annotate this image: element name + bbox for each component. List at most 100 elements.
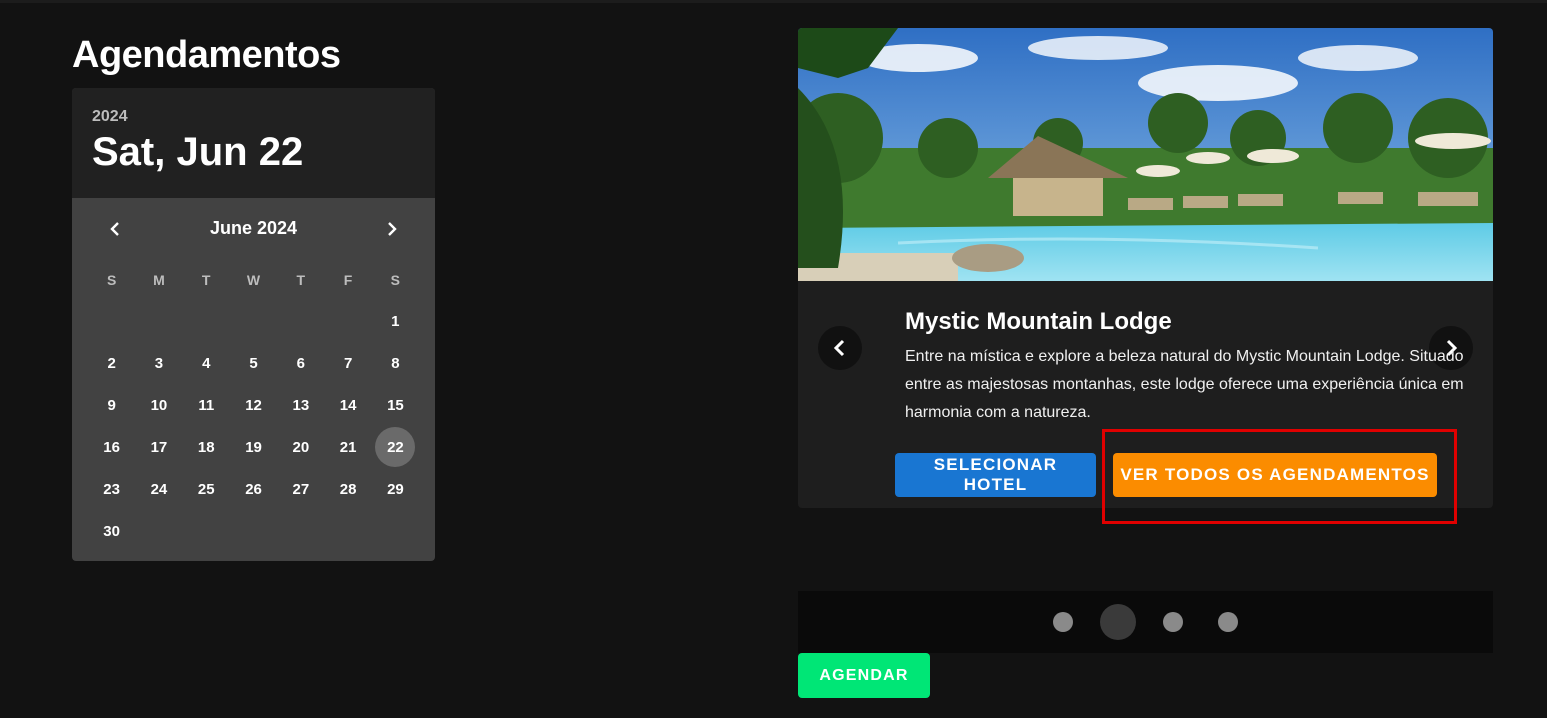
calendar-day-number: 2 [107, 354, 116, 372]
calendar-day[interactable]: 16 [88, 426, 135, 468]
calendar-day[interactable]: 23 [88, 468, 135, 510]
calendar-day-empty [277, 510, 324, 552]
calendar-grid: SMTWTFS 1 2 3 4 5 6 7 8 9 10 11 12 13 14 15 16 17 18 19 20 2… [88, 260, 419, 552]
calendar-week: 16 17 18 19 20 21 22 [88, 426, 419, 468]
calendar-day[interactable]: 27 [277, 468, 324, 510]
calendar-day-number: 13 [292, 396, 310, 414]
schedule-button[interactable]: AGENDAR [798, 653, 930, 698]
calendar-day[interactable]: 2 [88, 342, 135, 384]
calendar-day-number: 26 [245, 480, 262, 498]
chevron-left-icon [833, 339, 845, 357]
calendar-day-number: 9 [107, 396, 116, 414]
calendar-day-number: 27 [292, 480, 310, 498]
weekday-label: W [246, 272, 261, 288]
calendar-weeks: 1 2 3 4 5 6 7 8 9 10 11 12 13 14 15 16 17 18 19 20 21 22 23 24 2… [88, 300, 419, 552]
calendar-day[interactable]: 19 [230, 426, 277, 468]
calendar-day-number: 6 [296, 354, 305, 372]
calendar-day-empty [183, 510, 230, 552]
calendar-day-number: 23 [103, 480, 120, 498]
calendar-day-empty [183, 300, 230, 342]
calendar-day[interactable]: 18 [183, 426, 230, 468]
calendar-day[interactable]: 15 [372, 384, 419, 426]
date-picker: 2024 Sat, Jun 22 June 2024 SMTWTFS 12345… [72, 88, 435, 561]
month-navigation: June 2024 [72, 198, 435, 258]
calendar-day[interactable]: 7 [324, 342, 371, 384]
calendar-day-empty [324, 510, 371, 552]
weekday-label: S [390, 272, 400, 288]
calendar-week: 2 3 4 5 6 7 8 [88, 342, 419, 384]
calendar-week: 1 [88, 300, 419, 342]
calendar-day[interactable]: 17 [135, 426, 182, 468]
weekday-label: S [106, 272, 117, 288]
calendar-day-number: 30 [103, 522, 120, 540]
calendar-day-number: 15 [387, 396, 404, 414]
weekday-label: T [296, 272, 306, 288]
calendar-day[interactable]: 10 [135, 384, 182, 426]
calendar-day-number: 29 [387, 480, 404, 498]
calendar-day-selected[interactable]: 22 [372, 426, 419, 468]
calendar-day-number: 3 [154, 354, 164, 372]
calendar-day[interactable]: 1 [372, 300, 419, 342]
picker-header: 2024 Sat, Jun 22 [72, 88, 435, 198]
select-hotel-button[interactable]: SELECIONAR HOTEL [895, 453, 1096, 497]
calendar-day-number: 1 [391, 312, 400, 330]
calendar-day[interactable]: 14 [324, 384, 371, 426]
calendar-day[interactable]: 26 [230, 468, 277, 510]
calendar-day[interactable]: 5 [230, 342, 277, 384]
calendar-day[interactable]: 24 [135, 468, 182, 510]
calendar-day[interactable]: 21 [324, 426, 371, 468]
calendar-day[interactable]: 8 [372, 342, 419, 384]
next-month-button[interactable] [377, 214, 407, 244]
calendar-day[interactable]: 25 [183, 468, 230, 510]
calendar-day-number: 24 [150, 480, 168, 498]
highlight-box [1102, 429, 1457, 524]
carousel-dot[interactable] [1218, 612, 1238, 632]
calendar-day-number: 7 [343, 354, 353, 372]
calendar-day[interactable]: 12 [230, 384, 277, 426]
calendar-day-number: 10 [150, 396, 168, 414]
calendar-week: 30 [88, 510, 419, 552]
calendar-day[interactable]: 3 [135, 342, 182, 384]
calendar-day-number: 17 [150, 438, 168, 456]
calendar-day[interactable]: 28 [324, 468, 371, 510]
weekday-label: M [153, 272, 165, 288]
page-title: Agendamentos [72, 34, 341, 76]
calendar-day[interactable]: 11 [183, 384, 230, 426]
carousel-dot[interactable] [1100, 604, 1136, 640]
calendar-day[interactable]: 4 [183, 342, 230, 384]
calendar-day-number: 8 [391, 354, 400, 372]
hotel-name: Mystic Mountain Lodge [905, 308, 1172, 335]
carousel-dot[interactable] [1163, 612, 1183, 632]
calendar-day[interactable]: 30 [88, 510, 135, 552]
calendar-day-empty [135, 510, 182, 552]
carousel-prev-button[interactable] [818, 326, 862, 370]
calendar-day-empty [277, 300, 324, 342]
calendar-day-number: 22 [387, 438, 404, 456]
calendar-day-empty [372, 510, 419, 552]
top-border [0, 0, 1547, 3]
calendar-day[interactable]: 13 [277, 384, 324, 426]
calendar-day[interactable]: 29 [372, 468, 419, 510]
calendar-day[interactable]: 9 [88, 384, 135, 426]
weekday-label: F [343, 272, 353, 288]
picker-year[interactable]: 2024 [92, 88, 435, 126]
calendar-day[interactable]: 20 [277, 426, 324, 468]
calendar-day-empty [324, 300, 371, 342]
calendar-day-empty [135, 300, 182, 342]
calendar-week: 23 24 25 26 27 28 29 [88, 468, 419, 510]
calendar-day-empty [230, 510, 277, 552]
calendar-day[interactable]: 6 [277, 342, 324, 384]
calendar-day-number: 21 [339, 438, 357, 456]
calendar-day-number: 20 [292, 438, 310, 456]
weekday-label: T [201, 272, 211, 288]
calendar-day-number: 12 [245, 396, 262, 414]
carousel-indicators [798, 591, 1493, 653]
calendar-day-number: 4 [202, 354, 211, 372]
calendar-day-number: 14 [339, 396, 357, 414]
calendar-day-number: 16 [103, 438, 120, 456]
calendar-week: 9 10 11 12 13 14 15 [88, 384, 419, 426]
picker-selected-date: Sat, Jun 22 [92, 130, 304, 174]
chevron-right-icon [388, 222, 397, 236]
carousel-dot[interactable] [1053, 612, 1073, 632]
hotel-description: Entre na mística e explore a beleza natu… [905, 348, 1464, 421]
